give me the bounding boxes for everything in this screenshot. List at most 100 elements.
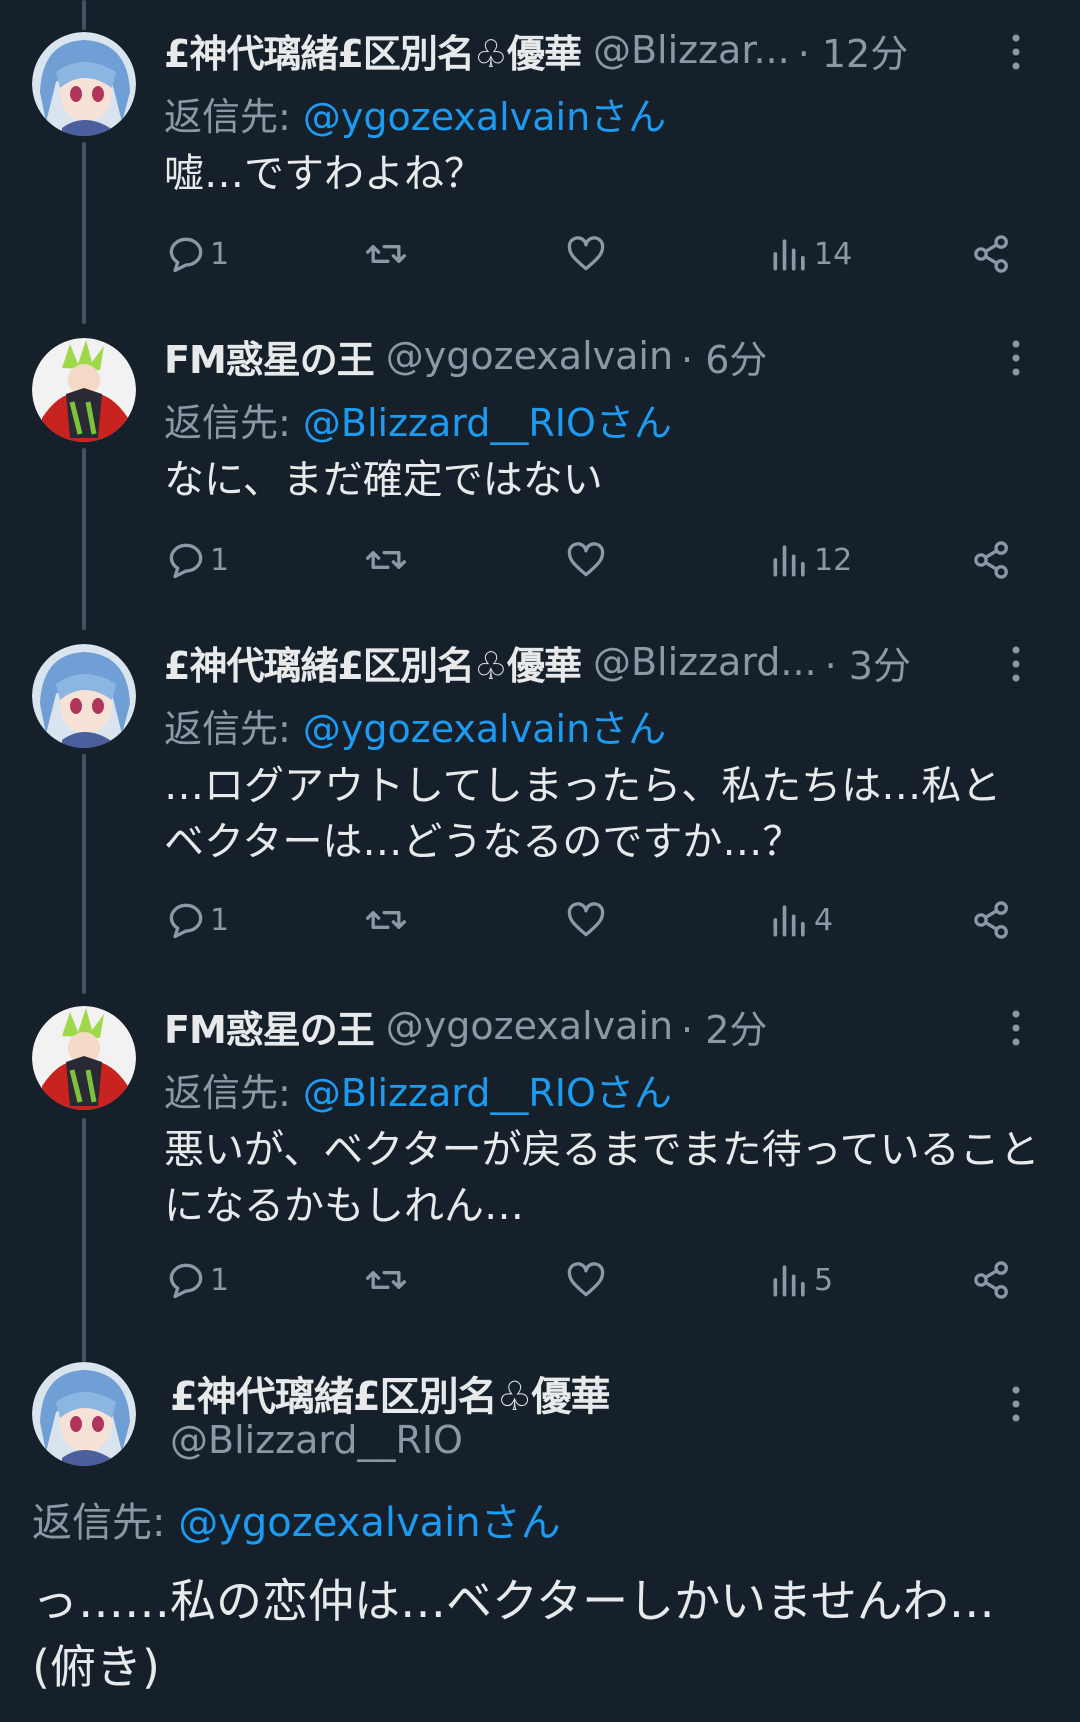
reply-mention-link[interactable]: @Blizzard__RIOさん	[303, 1071, 672, 1115]
views-count: 5	[814, 1262, 834, 1298]
handle[interactable]: @ygozexalvain	[386, 1004, 673, 1048]
like-button[interactable]	[564, 892, 608, 948]
tweet[interactable]: £神代璃緒£区別名♧優華 @Blizzard... · 3分 返信先: @ygo…	[0, 612, 1080, 976]
views-button[interactable]: 12	[768, 532, 852, 588]
reply-button[interactable]: 1	[164, 226, 229, 282]
tweet[interactable]: £神代璃緒£区別名♧優華 @Blizzar... · 12分 返信先: @ygo…	[0, 0, 1080, 306]
handle[interactable]: @ygozexalvain	[386, 334, 673, 378]
tweet[interactable]: FM惑星の王 @ygozexalvain · 6分 返信先: @Blizzard…	[0, 306, 1080, 612]
display-name[interactable]: FM惑星の王	[164, 329, 375, 384]
focus-handle[interactable]: @Blizzard__RIO	[170, 1418, 463, 1462]
views-count: 4	[814, 902, 834, 938]
retweet-icon	[366, 911, 406, 929]
share-button[interactable]	[970, 532, 1014, 588]
tweet-text: なに、まだ確定ではない	[164, 457, 603, 503]
reply-button[interactable]: 1	[164, 532, 229, 588]
reply-count: 1	[210, 1262, 230, 1298]
like-icon	[567, 236, 605, 271]
like-icon	[567, 902, 605, 937]
avatar-blue-hair-girl-icon	[32, 644, 136, 748]
share-icon	[974, 901, 1008, 939]
handle[interactable]: @Blizzard...	[593, 640, 817, 684]
reply-mention-link[interactable]: @ygozexalvainさん	[303, 707, 666, 751]
reply-mention-link[interactable]: @ygozexalvainさん	[178, 1500, 560, 1546]
action-bar: 1 12	[164, 532, 1024, 588]
action-bar: 1 5	[164, 1252, 1024, 1308]
reply-to: 返信先: @ygozexalvainさん	[164, 698, 666, 753]
more-icon	[1012, 1386, 1020, 1422]
share-button[interactable]	[970, 226, 1014, 282]
retweet-icon	[366, 551, 406, 569]
more-icon	[1012, 34, 1020, 70]
reply-count: 1	[210, 542, 230, 578]
more-button[interactable]	[998, 640, 1034, 688]
share-icon	[974, 541, 1008, 579]
reply-count: 1	[210, 902, 230, 938]
more-button[interactable]	[998, 334, 1034, 382]
reply-count: 1	[210, 236, 230, 272]
avatar[interactable]	[32, 338, 136, 442]
views-icon	[773, 905, 805, 937]
more-icon	[1012, 1010, 1020, 1046]
focus-avatar[interactable]	[32, 1362, 136, 1466]
views-count: 12	[814, 542, 853, 578]
timestamp[interactable]: · 6分	[681, 329, 767, 384]
action-bar: 1 4	[164, 892, 1024, 948]
like-button[interactable]	[564, 532, 608, 588]
retweet-button[interactable]	[364, 226, 408, 282]
views-icon	[773, 1265, 805, 1297]
display-name[interactable]: £神代璃緒£区別名♧優華	[164, 23, 582, 78]
reply-mention-link[interactable]: @ygozexalvainさん	[303, 95, 666, 139]
reply-label: 返信先:	[32, 1500, 179, 1546]
tweet-header: £神代璃緒£区別名♧優華 @Blizzar... · 12分	[164, 22, 970, 78]
like-button[interactable]	[564, 226, 608, 282]
retweet-icon	[366, 1271, 406, 1289]
reply-label: 返信先:	[164, 95, 303, 139]
avatar-blue-hair-girl-icon	[32, 32, 136, 136]
reply-to: 返信先: @ygozexalvainさん	[164, 86, 666, 141]
retweet-button[interactable]	[364, 532, 408, 588]
reply-button[interactable]: 1	[164, 892, 229, 948]
focus-more-button[interactable]	[998, 1380, 1034, 1428]
display-name[interactable]: £神代璃緒£区別名♧優華	[164, 635, 582, 690]
focus-display-name[interactable]: £神代璃緒£区別名♧優華	[170, 1364, 611, 1422]
share-button[interactable]	[970, 892, 1014, 948]
timestamp[interactable]: · 12分	[798, 23, 909, 78]
more-button[interactable]	[998, 28, 1034, 76]
handle[interactable]: @Blizzar...	[593, 28, 790, 72]
more-button[interactable]	[998, 1004, 1034, 1052]
reply-mention-link[interactable]: @Blizzard__RIOさん	[303, 401, 672, 445]
avatar[interactable]	[32, 1006, 136, 1110]
like-icon	[567, 542, 605, 577]
tweet[interactable]: FM惑星の王 @ygozexalvain · 2分 返信先: @Blizzard…	[0, 976, 1080, 1340]
views-button[interactable]: 5	[768, 1252, 833, 1308]
timestamp[interactable]: · 3分	[825, 635, 911, 690]
reply-icon	[169, 543, 203, 579]
reply-to: 返信先: @Blizzard__RIOさん	[164, 1062, 672, 1117]
more-icon	[1012, 340, 1020, 376]
views-button[interactable]: 4	[768, 892, 833, 948]
reply-icon	[169, 237, 203, 273]
more-icon	[1012, 646, 1020, 682]
retweet-icon	[366, 245, 406, 263]
tweet-header: £神代璃緒£区別名♧優華 @Blizzard... · 3分	[164, 634, 970, 690]
focus-reply-to: 返信先: @ygozexalvainさん	[32, 1490, 561, 1548]
avatar-blue-hair-girl-icon	[32, 1362, 136, 1466]
views-button[interactable]: 14	[768, 226, 852, 282]
avatar[interactable]	[32, 644, 136, 748]
timestamp[interactable]: · 2分	[681, 999, 767, 1054]
reply-button[interactable]: 1	[164, 1252, 229, 1308]
share-button[interactable]	[970, 1252, 1014, 1308]
retweet-button[interactable]	[364, 1252, 408, 1308]
avatar-green-hair-villain-icon	[32, 1006, 136, 1110]
like-button[interactable]	[564, 1252, 608, 1308]
reply-label: 返信先:	[164, 1071, 303, 1115]
avatar[interactable]	[32, 32, 136, 136]
retweet-button[interactable]	[364, 892, 408, 948]
views-icon	[773, 239, 805, 271]
views-icon	[773, 545, 805, 577]
tweet-text: 嘘…ですわよね？	[164, 151, 484, 197]
display-name[interactable]: FM惑星の王	[164, 999, 375, 1054]
reply-icon	[169, 903, 203, 939]
tweet-text: …ログアウトしてしまったら、私たちは…私とベクターは…どうなるのですか…？	[164, 763, 1002, 865]
